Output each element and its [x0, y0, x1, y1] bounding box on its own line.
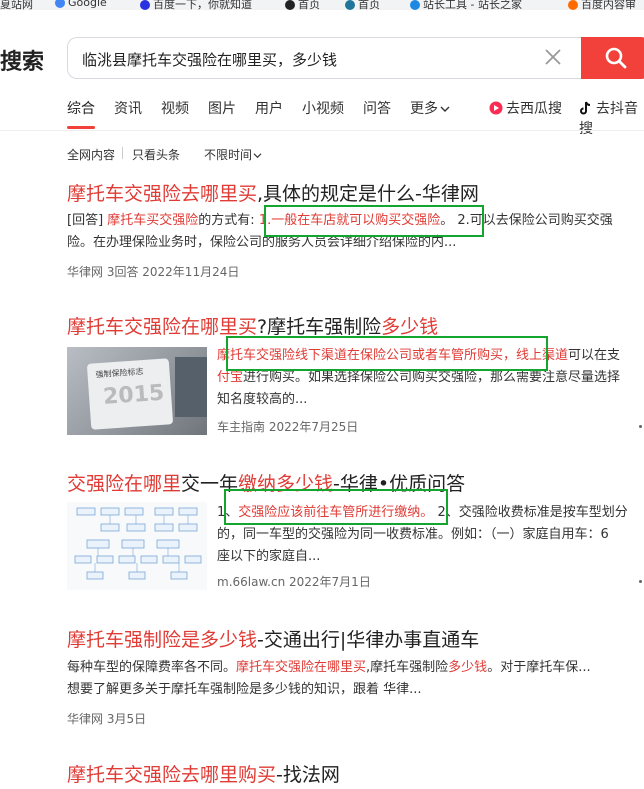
close-icon[interactable]	[543, 47, 563, 67]
bookmark-item[interactable]: 百度内容审	[568, 0, 636, 10]
result-snippet: 座以下的家庭自...	[217, 549, 321, 564]
annotation-box	[264, 205, 484, 237]
background-shape	[175, 357, 207, 417]
tab-video[interactable]: 视频	[161, 98, 189, 118]
search-button[interactable]	[581, 37, 644, 79]
tab-more[interactable]: 更多	[410, 98, 450, 118]
result-thumbnail[interactable]: 强制保险标志 2015	[67, 347, 207, 435]
annotation-box	[224, 489, 448, 525]
bookmark-item[interactable]: 百度一下，你就知道	[140, 0, 252, 10]
bookmarks-bar: 夏站网 Google 百度一下，你就知道 首页 首页 站长工具 - 站长之家 百…	[0, 0, 644, 10]
bookmark-item[interactable]: 站长工具 - 站长之家	[410, 0, 522, 10]
divider	[0, 130, 644, 131]
chevron-down-icon	[253, 153, 262, 159]
result-snippet: 想要了解更多关于摩托车强制险是多少钱的知识，跟着 华律...	[67, 682, 422, 697]
douyin-icon	[580, 101, 591, 115]
divider	[122, 147, 123, 159]
douyin-search-link[interactable]: 去抖音搜	[579, 98, 644, 138]
result-meta: 华律网 3月5日	[67, 712, 147, 726]
wordpress-icon	[345, 0, 355, 10]
tab-news[interactable]: 资讯	[114, 98, 142, 118]
xigua-icon	[489, 101, 503, 115]
result-title[interactable]: 摩托车交强险去哪里购买-找法网	[67, 760, 340, 787]
result-title[interactable]: 摩托车交强险在哪里买?摩托车强制险多少钱	[67, 312, 438, 339]
site-logo[interactable]: 搜索	[0, 44, 44, 76]
filter-time[interactable]: 不限时间	[204, 146, 262, 163]
bookmark-item[interactable]: 首页	[345, 0, 380, 10]
filter-toutiao-only[interactable]: 只看头条	[132, 146, 180, 163]
site-icon	[568, 0, 578, 10]
tab-qa[interactable]: 问答	[363, 98, 391, 118]
result-meta: m.66law.cn 2022年7月1日	[217, 575, 371, 589]
result-thumbnail[interactable]	[67, 502, 207, 590]
bookmark-item[interactable]: Google	[55, 0, 107, 9]
result-title[interactable]: 摩托车交强险去哪里买,具体的规定是什么-华律网	[67, 179, 479, 206]
result-meta: 华律网 3回答 2022年11月24日	[67, 265, 240, 279]
xigua-search-link[interactable]: 去西瓜搜	[489, 98, 562, 118]
flowchart-image	[74, 507, 202, 580]
more-icon[interactable]	[639, 425, 642, 428]
bookmark-item[interactable]: 首页	[285, 0, 320, 10]
more-icon[interactable]	[639, 580, 642, 583]
chevron-down-icon	[440, 106, 450, 112]
result-snippet: 知名度较高的...	[217, 392, 308, 407]
result-meta: 车主指南 2022年7月25日	[217, 420, 359, 434]
card-year: 2015	[102, 380, 166, 410]
result-title[interactable]: 摩托车强制险是多少钱-交通出行|华律办事直通车	[67, 625, 479, 652]
site-icon	[285, 0, 295, 10]
result-snippet: 每种车型的保障费率各不同。摩托车交强险在哪里买,摩托车强制险多少钱。对于摩托车保…	[67, 660, 591, 675]
tab-all[interactable]: 综合	[67, 98, 95, 118]
annotation-box	[226, 336, 548, 371]
search-icon	[605, 47, 627, 69]
google-icon	[55, 0, 65, 8]
filter-all-content[interactable]: 全网内容	[67, 146, 115, 163]
tab-images[interactable]: 图片	[208, 98, 236, 118]
search-box[interactable]: 临洮县摩托车交强险在哪里买，多少钱	[67, 37, 581, 79]
baidu-icon	[140, 0, 150, 10]
insurance-card: 强制保险标志 2015	[86, 358, 174, 430]
tab-users[interactable]: 用户	[255, 98, 283, 118]
site-icon	[410, 0, 420, 10]
bookmark-item[interactable]: 夏站网	[0, 0, 33, 10]
card-text: 强制保险标志	[95, 367, 144, 380]
result-snippet: 的，同一车型的交强险为同一收费标准。例如：（一）家庭自用车：6	[217, 527, 609, 542]
tab-short-video[interactable]: 小视频	[302, 98, 344, 118]
active-tab-indicator	[67, 126, 95, 129]
search-input[interactable]: 临洮县摩托车交强险在哪里买，多少钱	[82, 49, 337, 70]
